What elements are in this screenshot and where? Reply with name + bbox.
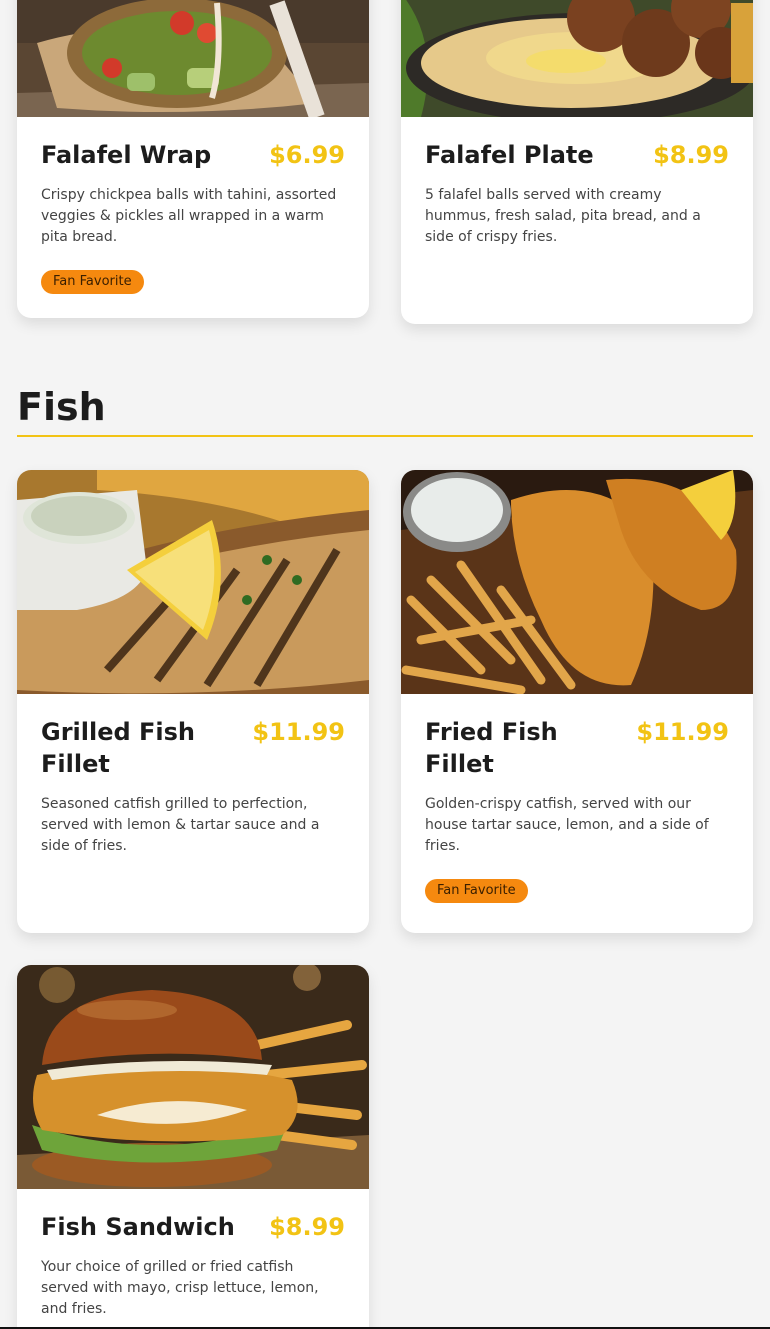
menu-card-fried-fish[interactable]: Fried Fish Fillet $11.99 Golden-crispy c…	[401, 470, 753, 933]
grilled-fish-photo	[17, 470, 369, 694]
item-description: 5 falafel balls served with creamy hummu…	[425, 187, 701, 245]
item-title: Grilled Fish Fillet	[41, 718, 196, 778]
item-price: $6.99	[269, 141, 345, 169]
item-description: Your choice of grilled or fried catfish …	[41, 1259, 319, 1317]
menu-card-fish-sandwich[interactable]: Fish Sandwich $8.99 Your choice of grill…	[17, 965, 369, 1329]
item-price: $8.99	[653, 141, 729, 169]
section-heading-fish: Fish	[17, 385, 106, 429]
item-title: Falafel Wrap	[41, 141, 212, 169]
section-divider	[17, 435, 753, 437]
item-price: $8.99	[269, 1213, 345, 1241]
menu-page: Falafel Wrap $6.99 Crispy chickpea balls…	[0, 0, 770, 1329]
falafel-plate-photo	[401, 0, 753, 117]
item-price: $11.99	[636, 718, 729, 746]
item-description: Seasoned catfish grilled to perfection, …	[41, 796, 320, 854]
fish-sandwich-photo	[17, 965, 369, 1189]
item-title: Fish Sandwich	[41, 1213, 235, 1241]
item-price: $11.99	[252, 718, 345, 746]
item-description: Golden-crispy catfish, served with our h…	[425, 796, 709, 854]
fried-fish-photo	[401, 470, 753, 694]
menu-card-falafel-wrap[interactable]: Falafel Wrap $6.99 Crispy chickpea balls…	[17, 0, 369, 318]
item-title: Falafel Plate	[425, 141, 594, 169]
falafel-wrap-photo	[17, 0, 369, 117]
item-title: Fried Fish Fillet	[425, 718, 558, 778]
menu-card-falafel-plate[interactable]: Falafel Plate $8.99 5 falafel balls serv…	[401, 0, 753, 324]
menu-card-grilled-fish[interactable]: Grilled Fish Fillet $11.99 Seasoned catf…	[17, 470, 369, 933]
fan-favorite-badge: Fan Favorite	[41, 270, 144, 294]
item-description: Crispy chickpea balls with tahini, assor…	[41, 187, 337, 245]
fan-favorite-badge: Fan Favorite	[425, 879, 528, 903]
